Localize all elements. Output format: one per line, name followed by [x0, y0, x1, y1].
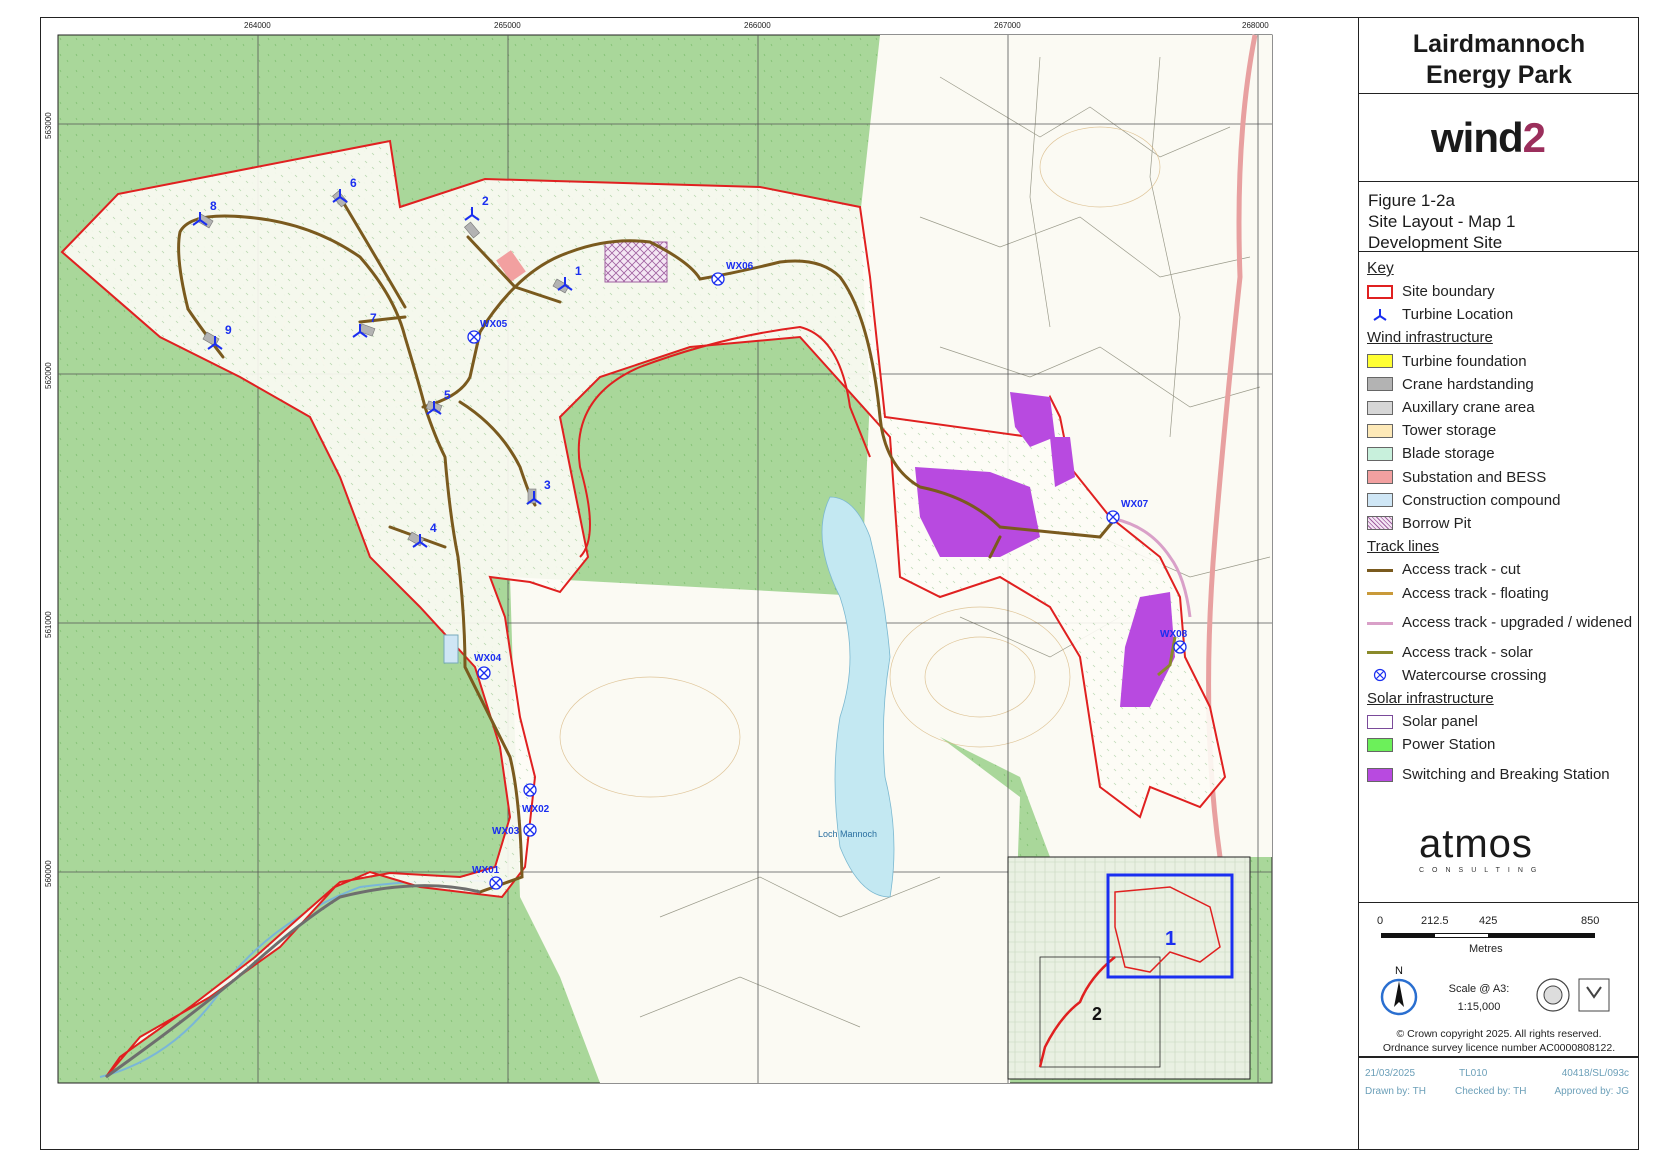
page-frame	[40, 17, 1639, 1150]
